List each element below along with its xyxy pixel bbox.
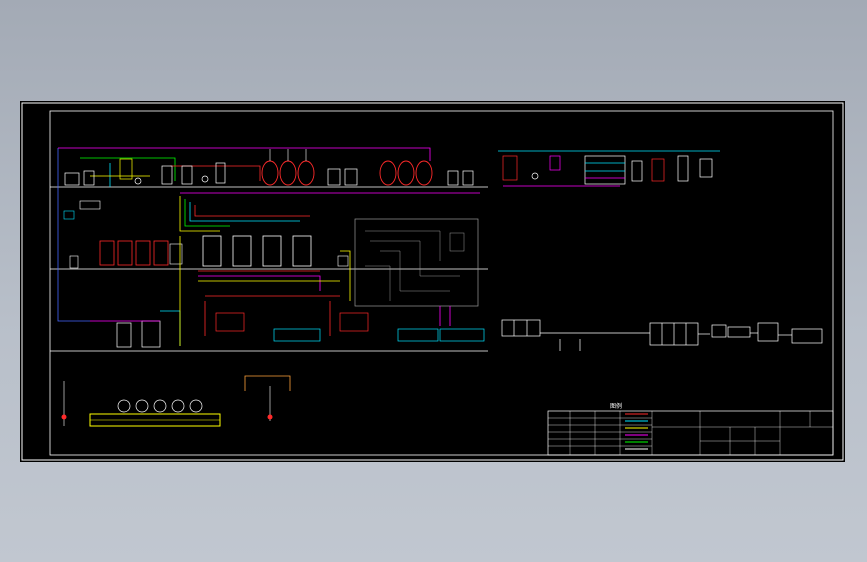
bottom-equipment-row [90,236,485,391]
mixing-tanks [99,240,169,266]
evaporator-group-2 [379,160,433,186]
heat-exchanger-icon [215,312,245,332]
pump-icon [134,177,142,185]
legend-table: 图例 [547,402,834,456]
inner-frame [49,110,834,456]
tank-icon [447,170,459,186]
pump-icon [201,175,209,183]
tank-icon [462,170,474,186]
coil-line [244,375,291,391]
tank-icon [161,165,173,185]
packaging-line [501,319,823,351]
tank-icon [63,210,75,220]
filling-station-2 [397,328,439,342]
tank-icon [181,165,193,185]
evaporator-group-1 [261,160,315,186]
filling-station-3 [439,328,485,342]
process-flow-diagram: 图例 [21,102,844,461]
legend-title: 图例 [610,402,622,410]
tank-icon [116,322,132,348]
heat-exchanger-icon [339,312,369,332]
pump-icon [337,255,349,267]
conveyor-assembly [61,381,273,427]
top-piping [57,147,480,322]
top-equipment-row [64,149,474,186]
tank-icon [69,255,79,269]
tank-icon [79,200,101,210]
tank-icon [83,170,95,186]
filling-station-1 [273,328,321,342]
tank-icon [64,172,80,186]
storage-tanks [202,235,312,267]
pump-icon [531,172,539,180]
cad-drawing-canvas[interactable]: 图例 [20,101,845,462]
tank-icon [141,320,161,348]
control-schematic-box [354,218,479,307]
tank-icon [344,168,358,186]
tank-icon [327,168,341,186]
outer-frame [21,102,844,461]
control-schematic-lines [365,230,465,301]
upper-right-process [498,150,720,187]
